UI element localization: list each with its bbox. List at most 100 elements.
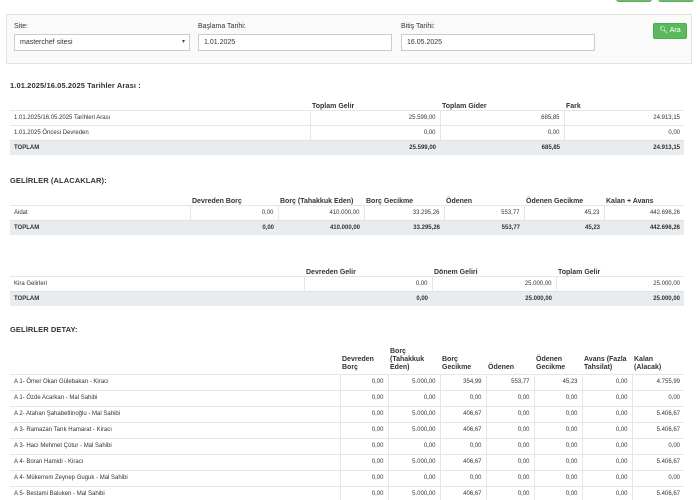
table-row: A 4- Boran Hamidi - Kiracı 0,00 5.000,00 40… [10, 453, 684, 470]
summary-header: Fark [566, 102, 581, 110]
search-button-label: Ara [669, 27, 681, 34]
cell-value: 0,00 [339, 453, 388, 470]
cell-value: 0,00 [533, 437, 582, 454]
cell-value: 0,00 [631, 437, 684, 454]
cell-value: 5.000,00 [387, 373, 440, 390]
cell-value: 0,00 [533, 405, 582, 422]
summary-header: Toplam Gelir [312, 102, 355, 110]
end-date-value: 16.05.2025 [407, 39, 443, 46]
chevron-down-icon: ▾ [181, 39, 185, 45]
cell-value: 0,00 [485, 389, 534, 406]
summary-title: 1.01.2025/16.05.2025 Tarihler Arası : [10, 81, 141, 90]
other-income-header: Devreden Gelir [306, 268, 356, 276]
cell-value: 0,00 [581, 421, 632, 438]
detail-header: Devreden Borç [342, 355, 374, 371]
table-row: A 1- Ömer Okan Gülebakan - Kiracı 0,00 5.0… [10, 373, 684, 390]
top-button-2[interactable] [658, 0, 694, 2]
cell-value: 0,00 [339, 405, 388, 422]
site-filter: Site: masterchef sitesi ▾ [14, 23, 190, 51]
cell-value: 0,00 [439, 469, 486, 486]
total-row: TOPLAM 0,00 410.000,00 33.295,26 553,77 … [10, 219, 684, 235]
receivables-header: Borç (Tahakkuk Eden) [280, 197, 354, 205]
cell-value: 553,77 [485, 373, 534, 390]
cell-value: 0,00 [581, 373, 632, 390]
cell-value: 0,00 [485, 485, 534, 500]
detail-header: Borç Gecikme [442, 355, 472, 371]
cell-value: 0,00 [533, 389, 582, 406]
cell-value: 0,00 [631, 389, 684, 406]
start-date-value: 1.01.2025 [204, 39, 236, 46]
start-date-label: Başlama Tarihi: [198, 23, 246, 30]
table-row: A 3- Hacı Mehmet Çotur - Mal Sahibi 0,00 0… [10, 437, 684, 454]
total-row: TOPLAM 0,00 25.000,00 25.000,00 [10, 290, 684, 306]
end-date-filter: Bitiş Tarihi: 16.05.2025 [401, 23, 595, 51]
cell-value: 5.000,00 [387, 421, 440, 438]
table-row: Aidat 0,00 410.000,00 33.295,26 553,77 4… [10, 204, 684, 220]
receivables-table: Devreden Borç Borç (Tahakkuk Eden) Borç … [10, 189, 684, 235]
filter-panel: Site: masterchef sitesi ▾ Başlama Tarihi… [6, 14, 692, 64]
summary-header: Toplam Gider [442, 102, 487, 110]
table-row: 1.01.2025/16.05.2025 Tarihleri Arası 25.… [10, 109, 684, 125]
cell-value: 0,00 [485, 405, 534, 422]
table-row: A 1- Özde Acarkan - Mal Sahibi 0,00 0,00 0,… [10, 389, 684, 406]
row-label: A 2- Atahan Şahabettinoğlu - Mal Sahibi [10, 405, 340, 422]
row-label: A 3- Hacı Mehmet Çotur - Mal Sahibi [10, 437, 340, 454]
cell-value: 5.000,00 [387, 453, 440, 470]
cell-value: 5.406,67 [631, 485, 684, 500]
table-row: 1.01.2025 Öncesi Devreden 0,00 0,00 0,00 [10, 124, 684, 140]
detail-header: Ödenen [488, 363, 515, 371]
summary-table: Toplam Gelir Toplam Gider Fark 1.01.2025… [10, 94, 684, 155]
cell-value: 0,00 [533, 469, 582, 486]
row-label: A 1- Ömer Okan Gülebakan - Kiracı [10, 373, 340, 390]
table-row: Kira Gelirleri 0,00 25.000,00 25.000,00 [10, 275, 684, 291]
search-button[interactable]: 🔍︎ Ara [653, 23, 687, 39]
cell-value: 0,00 [339, 469, 388, 486]
cell-value: 0,00 [485, 421, 534, 438]
cell-value: 0,00 [533, 421, 582, 438]
other-income-header: Toplam Gelir [558, 268, 601, 276]
receivables-header: Borç Gecikme [366, 197, 414, 205]
cell-value: 0,00 [581, 389, 632, 406]
table-row: A 3- Ramazan Tarık Hamarat - Kiracı 0,00 5… [10, 421, 684, 438]
cell-value: 5.406,67 [631, 421, 684, 438]
cell-value: 4.755,99 [631, 373, 684, 390]
cell-value: 0,00 [339, 373, 388, 390]
detail-table: Devreden Borç Borç (Tahakkuk Eden) Borç Ge… [10, 340, 684, 500]
row-label: A 3- Ramazan Tarık Hamarat - Kiracı [10, 421, 340, 438]
detail-header: Borç (Tahakkuk Eden) [390, 347, 425, 371]
detail-header: Avans (Fazla Tahsilat) [584, 355, 627, 371]
cell-value: 0,00 [339, 437, 388, 454]
cell-value: 0,00 [581, 453, 632, 470]
cell-value: 0,00 [581, 485, 632, 500]
other-income-header: Dönem Geliri [434, 268, 478, 276]
start-date-filter: Başlama Tarihi: 1.01.2025 [198, 23, 392, 51]
receivables-header: Devreden Borç [192, 197, 242, 205]
receivables-header: Ödenen Gecikme [526, 197, 584, 205]
total-row: TOPLAM 25.599,00 685,85 24.913,15 [10, 139, 684, 155]
cell-value: 354,99 [439, 373, 486, 390]
cell-value: 0,00 [485, 437, 534, 454]
cell-value: 45,23 [533, 373, 582, 390]
row-label: A 4- Mükerrem Zeynep Guguk - Mal Sahibi [10, 469, 340, 486]
cell-value: 5.000,00 [387, 485, 440, 500]
cell-value: 5.406,67 [631, 405, 684, 422]
start-date-input[interactable]: 1.01.2025 [198, 34, 392, 51]
cell-value: 406,67 [439, 485, 486, 500]
row-label: A 5- Bestami Baluken - Mal Sahibi [10, 485, 340, 500]
cell-value: 0,00 [485, 469, 534, 486]
detail-header: Ödenen Gecikme [536, 355, 566, 371]
end-date-label: Bitiş Tarihi: [401, 23, 435, 30]
top-button-1[interactable] [616, 0, 652, 2]
cell-value: 0,00 [533, 453, 582, 470]
cell-value: 0,00 [439, 437, 486, 454]
search-icon: 🔍︎ [659, 27, 669, 34]
cell-value: 406,67 [439, 453, 486, 470]
cell-value: 0,00 [339, 389, 388, 406]
detail-title: GELİRLER DETAY: [10, 325, 78, 334]
site-select-value: masterchef sitesi [20, 39, 73, 46]
end-date-input[interactable]: 16.05.2025 [401, 34, 595, 51]
site-select[interactable]: masterchef sitesi ▾ [14, 34, 190, 51]
cell-value: 0,00 [581, 405, 632, 422]
detail-body: A 1- Ömer Okan Gülebakan - Kiracı 0,00 5.0… [10, 373, 684, 500]
site-label: Site: [14, 23, 29, 30]
